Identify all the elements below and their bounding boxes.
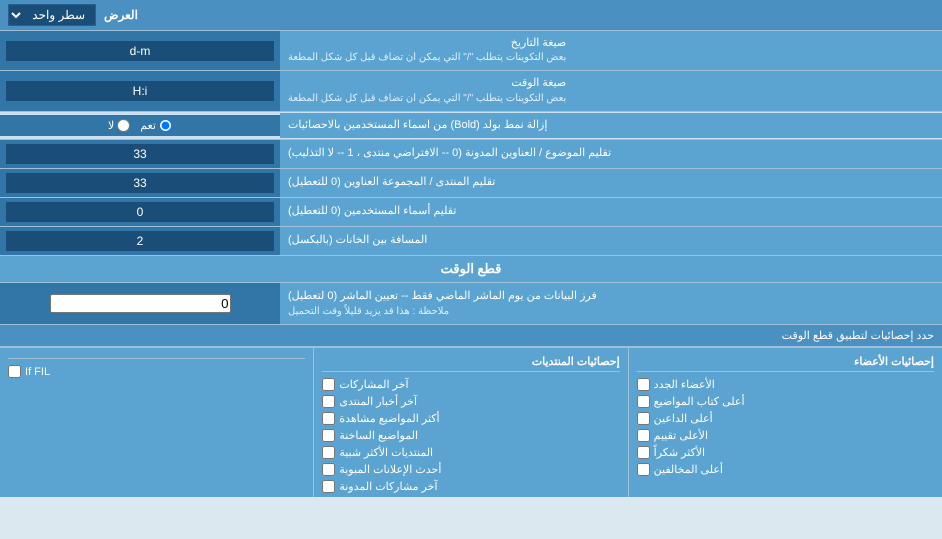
checkbox-new-members[interactable] — [637, 378, 650, 391]
checkboxes-limit-label: حدد إحصائيات لتطبيق قطع الوقت — [0, 325, 942, 347]
remove-bold-radio-cell: تعم لا — [0, 115, 280, 136]
checkboxes-grid: إحصائيات الأعضاء الأعضاء الجدد أعلى كتاب… — [0, 347, 942, 497]
remove-bold-yes-label[interactable]: تعم — [140, 119, 172, 132]
checkbox-item-if-fil: If FIL — [8, 365, 305, 378]
checkbox-blog-posts[interactable] — [322, 480, 335, 493]
checkbox-top-callers[interactable] — [637, 412, 650, 425]
forum-limit-label: تقليم المنتدى / المجموعة العناوين (0 للت… — [280, 169, 942, 197]
checkbox-item-top-callers: أعلى الداعين — [637, 412, 934, 425]
distance-row: المسافة بين الخانات (بالبكسل) — [0, 227, 942, 256]
checkbox-most-viewed[interactable] — [322, 412, 335, 425]
time-format-row: صيغة الوقت بعض التكوينات يتطلب "/" التي … — [0, 71, 942, 111]
checkbox-item-latest-classifieds: أحدث الإعلانات المبوبة — [322, 463, 619, 476]
time-format-label: صيغة الوقت بعض التكوينات يتطلب "/" التي … — [280, 71, 942, 110]
col-members-header: إحصائيات الأعضاء — [637, 352, 934, 372]
checkbox-top-violations[interactable] — [637, 463, 650, 476]
user-limit-input[interactable] — [6, 202, 274, 222]
time-format-input[interactable] — [6, 81, 274, 101]
main-container: العرض سطر واحدسطرينثلاثة أسطر صيغة التار… — [0, 0, 942, 497]
col-extra-header — [8, 352, 305, 359]
topic-limit-input[interactable] — [6, 144, 274, 164]
checkbox-item-top-violations: أعلى المخالفين — [637, 463, 934, 476]
checkbox-item-new-members: الأعضاء الجدد — [637, 378, 934, 391]
user-limit-row: تقليم أسماء المستخدمين (0 للتعطيل) — [0, 198, 942, 227]
forum-limit-row: تقليم المنتدى / المجموعة العناوين (0 للت… — [0, 169, 942, 198]
checkbox-top-writers[interactable] — [637, 395, 650, 408]
checkbox-col-members: إحصائيات الأعضاء الأعضاء الجدد أعلى كتاب… — [629, 348, 942, 497]
topic-limit-input-wrapper — [0, 140, 280, 168]
checkbox-if-fil[interactable] — [8, 365, 21, 378]
checkbox-item-most-viewed: أكثر المواضيع مشاهدة — [322, 412, 619, 425]
time-format-input-wrapper — [0, 71, 280, 110]
time-cut-row: فرز البيانات من يوم الماشر الماضي فقط --… — [0, 283, 942, 326]
distance-label: المسافة بين الخانات (بالبكسل) — [280, 227, 942, 255]
time-cut-section-header: قطع الوقت — [0, 256, 942, 283]
col-divider-1 — [628, 348, 629, 497]
checkbox-col-forums: إحصائيات المنتديات آخر المشاركات آخر أخب… — [314, 348, 627, 497]
checkbox-hot-topics[interactable] — [322, 429, 335, 442]
user-limit-input-wrapper — [0, 198, 280, 226]
checkbox-item-blog-posts: آخر مشاركات المدونة — [322, 480, 619, 493]
distance-input[interactable] — [6, 231, 274, 251]
forum-limit-input[interactable] — [6, 173, 274, 193]
time-cut-input-wrapper — [0, 283, 280, 325]
checkbox-item-top-rated: الأعلى تقييم — [637, 429, 934, 442]
time-cut-label: فرز البيانات من يوم الماشر الماضي فقط --… — [280, 283, 942, 325]
checkbox-most-thanks[interactable] — [637, 446, 650, 459]
user-limit-label: تقليم أسماء المستخدمين (0 للتعطيل) — [280, 198, 942, 226]
remove-bold-no-radio[interactable] — [117, 119, 130, 132]
distance-input-wrapper — [0, 227, 280, 255]
topic-limit-row: تقليم الموضوع / العناوين المدونة (0 -- ا… — [0, 140, 942, 169]
col-forums-header: إحصائيات المنتديات — [322, 352, 619, 372]
checkbox-item-last-posts: آخر المشاركات — [322, 378, 619, 391]
date-format-input[interactable] — [6, 41, 274, 61]
checkbox-item-hot-topics: المواضيع الساخنة — [322, 429, 619, 442]
checkbox-item-similar-forums: المنتديات الأكثر شبية — [322, 446, 619, 459]
display-header-row: العرض سطر واحدسطرينثلاثة أسطر — [0, 0, 942, 31]
checkbox-top-rated[interactable] — [637, 429, 650, 442]
time-cut-input[interactable] — [50, 294, 231, 313]
display-header-label: العرض — [104, 8, 138, 22]
col-divider-2 — [313, 348, 314, 497]
date-format-label: صيغة التاريخ بعض التكوينات يتطلب "/" الت… — [280, 31, 942, 70]
remove-bold-label: إزالة نمط بولد (Bold) من اسماء المستخدمي… — [280, 113, 942, 138]
checkbox-forum-news[interactable] — [322, 395, 335, 408]
forum-limit-input-wrapper — [0, 169, 280, 197]
remove-bold-no-label[interactable]: لا — [108, 119, 130, 132]
checkbox-similar-forums[interactable] — [322, 446, 335, 459]
topic-limit-label: تقليم الموضوع / العناوين المدونة (0 -- ا… — [280, 140, 942, 168]
remove-bold-yes-radio[interactable] — [159, 119, 172, 132]
checkbox-item-top-writers: أعلى كتاب المواضيع — [637, 395, 934, 408]
checkbox-last-posts[interactable] — [322, 378, 335, 391]
checkbox-item-forum-news: آخر أخبار المنتدى — [322, 395, 619, 408]
remove-bold-row: إزالة نمط بولد (Bold) من اسماء المستخدمي… — [0, 112, 942, 140]
display-dropdown[interactable]: سطر واحدسطرينثلاثة أسطر — [8, 4, 96, 26]
date-format-input-wrapper — [0, 31, 280, 70]
checkbox-item-most-thanks: الأكثر شكراً — [637, 446, 934, 459]
checkbox-col-extra: If FIL — [0, 348, 313, 497]
date-format-row: صيغة التاريخ بعض التكوينات يتطلب "/" الت… — [0, 31, 942, 71]
checkbox-latest-classifieds[interactable] — [322, 463, 335, 476]
